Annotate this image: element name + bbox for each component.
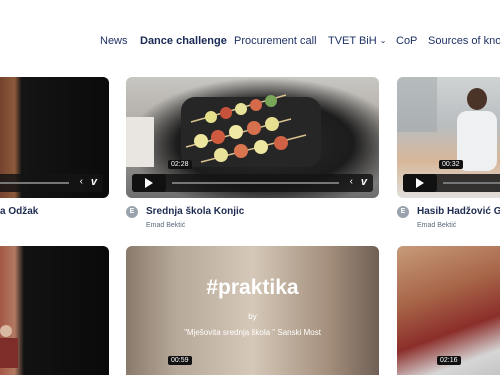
- nav-item-sources[interactable]: Sources of know: [428, 34, 500, 48]
- video-player-controls: 02:28 ‹ v: [132, 160, 373, 192]
- video-card-5[interactable]: #praktika by "Mješovita srednja škola " …: [126, 246, 379, 375]
- progress-track[interactable]: [443, 182, 500, 184]
- video-duration: 00:32: [439, 160, 463, 169]
- nav-item-procurement-call[interactable]: Procurement call: [234, 34, 317, 48]
- progress-track[interactable]: [172, 182, 339, 184]
- avatar: E: [126, 206, 138, 218]
- video-card-3[interactable]: 00:32: [397, 77, 500, 198]
- video-player-controls: ‹ v: [0, 174, 103, 192]
- video-title[interactable]: Srednja škola Konjic: [146, 206, 244, 217]
- overlay-by: by: [248, 312, 257, 321]
- video-duration: 02:28: [168, 160, 192, 169]
- play-icon[interactable]: [403, 174, 437, 192]
- video-card-2[interactable]: 02:28 ‹ v: [126, 77, 379, 198]
- video-card-1[interactable]: ‹ v: [0, 77, 109, 198]
- nav-item-tvet-bih[interactable]: TVET BiH ⌄: [328, 34, 386, 48]
- vimeo-logo-icon[interactable]: v: [91, 176, 97, 188]
- chevrons-icon[interactable]: ‹: [80, 176, 83, 187]
- overlay-title: #praktika: [206, 276, 299, 299]
- play-icon[interactable]: [132, 174, 166, 192]
- vimeo-logo-icon[interactable]: v: [361, 176, 367, 188]
- main-nav: News Dance challenge Procurement call TV…: [0, 34, 500, 50]
- chevrons-icon[interactable]: ‹: [350, 176, 353, 187]
- video-thumbnail: [126, 246, 379, 375]
- video-duration: 00:59: [168, 356, 192, 365]
- video-card-4[interactable]: [0, 246, 109, 375]
- people-image: [0, 325, 18, 368]
- progress-track[interactable]: [0, 182, 69, 184]
- chevron-down-icon: ⌄: [379, 36, 387, 45]
- nav-item-dance-challenge[interactable]: Dance challenge: [140, 34, 227, 48]
- video-title[interactable]: Hasib Hadžović Go: [417, 206, 500, 217]
- overlay-school: "Mješovita srednja škola " Sanski Most: [184, 328, 321, 337]
- nav-item-cop[interactable]: CoP: [396, 34, 417, 48]
- video-duration: 02:16: [437, 356, 461, 365]
- avatar: E: [397, 206, 409, 218]
- nav-item-news[interactable]: News: [100, 34, 128, 48]
- video-title[interactable]: a Odžak: [0, 206, 38, 217]
- video-author[interactable]: Emad Bektić: [417, 222, 456, 229]
- video-player-controls: 00:32: [403, 160, 500, 192]
- nav-item-tvet-label: TVET BiH: [328, 35, 377, 47]
- video-card-6[interactable]: 02:16: [397, 246, 500, 375]
- video-author[interactable]: Emad Bektić: [146, 222, 185, 229]
